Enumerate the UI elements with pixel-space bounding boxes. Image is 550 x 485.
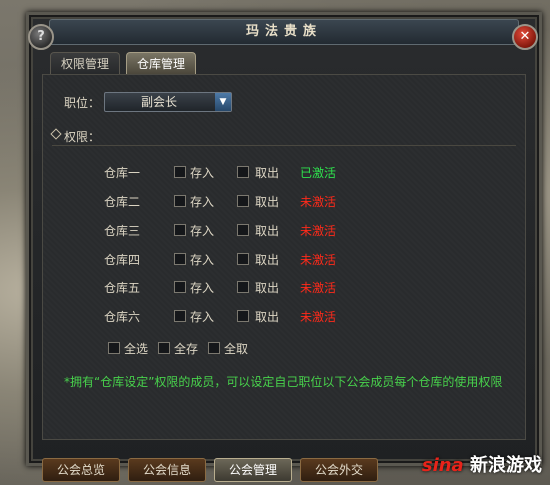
sina-watermark: sina 新浪游戏 (422, 451, 542, 477)
warehouse-5-deposit-label: 存入 (190, 281, 215, 295)
warehouse-6-name: 仓库六 (104, 310, 141, 324)
warehouse-1-withdraw-checkbox[interactable] (237, 166, 249, 178)
position-label: 职位： (64, 96, 101, 110)
warehouse-3-deposit-checkbox[interactable] (174, 224, 186, 236)
tab-warehouse-management[interactable]: 仓库管理 (126, 52, 197, 75)
warehouse-2-status: 未激活 (300, 195, 337, 209)
warehouse-6-deposit-label: 存入 (190, 310, 215, 324)
warehouse-5-withdraw-label: 取出 (255, 281, 280, 295)
warehouse-3-name: 仓库三 (104, 224, 141, 238)
guild-bottom-tabs: 公会总览 公会信息 公会管理 公会外交 (42, 458, 378, 482)
bottom-tab-guild-overview[interactable]: 公会总览 (42, 458, 120, 482)
warehouse-5-withdraw-checkbox[interactable] (237, 281, 249, 293)
warehouse-1-status: 已激活 (300, 166, 337, 180)
permissions-label: 权限： (64, 130, 101, 144)
warehouse-2-deposit-label: 存入 (190, 195, 215, 209)
warehouse-5-deposit-checkbox[interactable] (174, 281, 186, 293)
bottom-tab-guild-info[interactable]: 公会信息 (128, 458, 206, 482)
warehouse-2-withdraw-label: 取出 (255, 195, 280, 209)
permission-hint-text: *拥有“仓库设定”权限的成员，可以设定自己职位以下公会成员每个仓库的使用权限 (64, 375, 503, 389)
warehouse-5-name: 仓库五 (104, 281, 141, 295)
select-all-label: 全选 (124, 342, 149, 356)
chevron-down-icon[interactable]: ▼ (215, 93, 231, 111)
bottom-tab-guild-management[interactable]: 公会管理 (214, 458, 292, 482)
warehouse-4-deposit-checkbox[interactable] (174, 253, 186, 265)
warehouse-3-deposit-label: 存入 (190, 224, 215, 238)
sina-logo: sina (421, 455, 464, 476)
warehouse-1-deposit-label: 存入 (190, 166, 215, 180)
section-divider (52, 145, 516, 146)
top-tab-bar: 权限管理 仓库管理 (50, 52, 197, 75)
deposit-all-checkbox[interactable] (158, 342, 170, 354)
warehouse-1-name: 仓库一 (104, 166, 141, 180)
warehouse-4-withdraw-checkbox[interactable] (237, 253, 249, 265)
warehouse-6-deposit-checkbox[interactable] (174, 310, 186, 322)
warehouse-2-name: 仓库二 (104, 195, 141, 209)
warehouse-4-withdraw-label: 取出 (255, 253, 280, 267)
withdraw-all-label: 全取 (224, 342, 249, 356)
tab-permission-management[interactable]: 权限管理 (50, 52, 121, 75)
warehouse-6-withdraw-label: 取出 (255, 310, 280, 324)
warehouse-2-deposit-checkbox[interactable] (174, 195, 186, 207)
warehouse-4-status: 未激活 (300, 253, 337, 267)
watermark-text: 新浪游戏 (470, 455, 542, 476)
warehouse-6-status: 未激活 (300, 310, 337, 324)
dialog-title: 玛法贵族 (49, 19, 519, 45)
warehouse-6-withdraw-checkbox[interactable] (237, 310, 249, 322)
bottom-tab-guild-diplomacy[interactable]: 公会外交 (300, 458, 378, 482)
warehouse-4-name: 仓库四 (104, 253, 141, 267)
close-icon[interactable]: ✕ (512, 24, 538, 50)
deposit-all-label: 全存 (174, 342, 199, 356)
warehouse-3-status: 未激活 (300, 224, 337, 238)
help-icon[interactable]: ? (28, 24, 54, 50)
select-all-checkbox[interactable] (108, 342, 120, 354)
warehouse-4-deposit-label: 存入 (190, 253, 215, 267)
warehouse-2-withdraw-checkbox[interactable] (237, 195, 249, 207)
warehouse-3-withdraw-checkbox[interactable] (237, 224, 249, 236)
position-dropdown[interactable]: 副会长 ▼ (104, 92, 232, 112)
withdraw-all-checkbox[interactable] (208, 342, 220, 354)
warehouse-1-withdraw-label: 取出 (255, 166, 280, 180)
position-selected-value: 副会长 (140, 95, 177, 109)
warehouse-3-withdraw-label: 取出 (255, 224, 280, 238)
warehouse-1-deposit-checkbox[interactable] (174, 166, 186, 178)
warehouse-5-status: 未激活 (300, 281, 337, 295)
